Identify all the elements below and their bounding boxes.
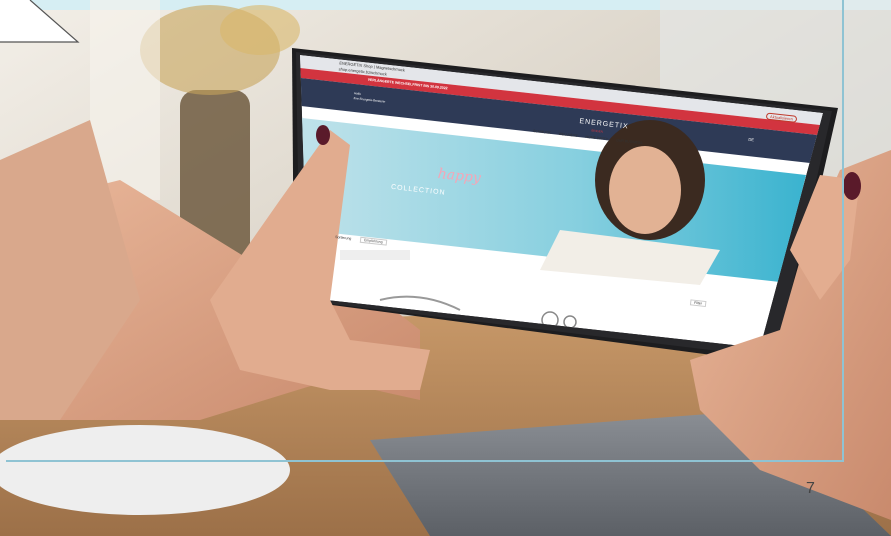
page-number: 7 (806, 480, 815, 497)
corner-tab-icon (0, 0, 80, 43)
accent-frame (6, 0, 844, 462)
